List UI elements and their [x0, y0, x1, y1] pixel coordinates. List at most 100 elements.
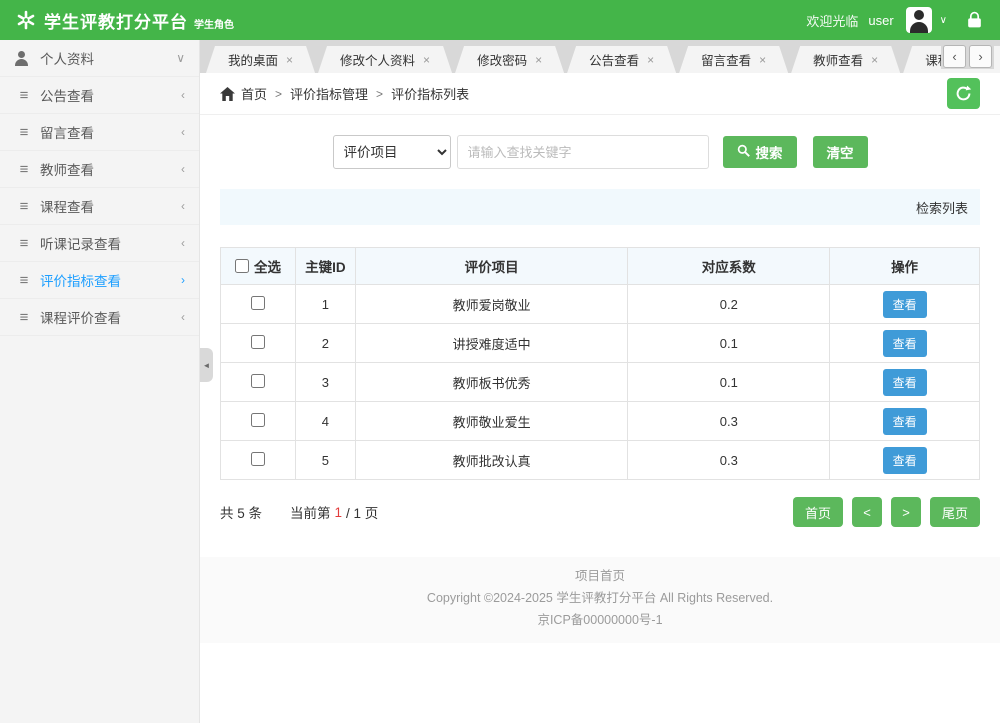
current-page-number: 1: [335, 505, 343, 520]
next-page-button[interactable]: >: [891, 497, 921, 527]
cell-coefficient: 0.3: [628, 441, 830, 480]
footer-home-link[interactable]: 项目首页: [200, 565, 1000, 587]
table-row: 4 教师敬业爱生 0.3 查看: [221, 402, 980, 441]
first-page-button[interactable]: 首页: [793, 497, 843, 527]
tab-scroll-controls: ‹ ›: [941, 44, 994, 69]
breadcrumb-item-home[interactable]: 首页: [241, 84, 267, 103]
category-select[interactable]: 评价项目: [333, 135, 451, 169]
sidebar-item-label: 听课记录查看: [40, 233, 181, 253]
app-window: 学生评教打分平台 学生角色 欢迎光临 user ∨ 个人资料 ∨ 公告查看 ‹: [0, 0, 1000, 723]
content-panel: 评价项目 搜索 清空 检索列表: [200, 115, 1000, 527]
view-button[interactable]: 查看: [883, 291, 927, 318]
menu-lines-icon: [14, 124, 34, 141]
tab-scroll-left-button[interactable]: ‹: [943, 45, 966, 68]
home-icon: [220, 87, 235, 101]
tab-label: 公告查看: [589, 50, 639, 69]
sidebar-item-announcements[interactable]: 公告查看 ‹: [0, 77, 199, 114]
view-button[interactable]: 查看: [883, 330, 927, 357]
menu-lines-icon: [14, 272, 34, 289]
cell-coefficient: 0.2: [628, 285, 830, 324]
last-page-button[interactable]: 尾页: [930, 497, 980, 527]
tab-close-icon[interactable]: ×: [647, 54, 654, 66]
table-row: 1 教师爱岗敬业 0.2 查看: [221, 285, 980, 324]
breadcrumb-item-indicator-list[interactable]: 评价指标列表: [391, 84, 469, 103]
chevron-left-icon: ‹: [181, 125, 185, 139]
view-button[interactable]: 查看: [883, 447, 927, 474]
search-input[interactable]: [457, 135, 709, 169]
clear-button[interactable]: 清空: [813, 136, 868, 168]
tab-label: 修改密码: [477, 50, 527, 69]
cell-project: 讲授难度适中: [355, 324, 628, 363]
logout-bag-icon[interactable]: [965, 11, 984, 30]
cell-id: 5: [295, 441, 355, 480]
tab-scroll-right-button[interactable]: ›: [969, 45, 992, 68]
sidebar-item-lecture-records[interactable]: 听课记录查看 ‹: [0, 225, 199, 262]
sidebar-item-profile[interactable]: 个人资料 ∨: [0, 40, 199, 77]
tab-edit-profile[interactable]: 修改个人资料 ×: [318, 46, 452, 73]
tab-teachers[interactable]: 教师查看 ×: [791, 46, 900, 73]
cell-project: 教师批改认真: [355, 441, 628, 480]
footer: 项目首页 Copyright ©2024-2025 学生评教打分平台 All R…: [200, 557, 1000, 643]
sidebar-item-label: 教师查看: [40, 159, 181, 179]
tab-change-password[interactable]: 修改密码 ×: [455, 46, 564, 73]
search-button-label: 搜索: [756, 142, 783, 162]
sidebar-item-course-evaluations[interactable]: 课程评价查看 ‹: [0, 299, 199, 336]
search-button[interactable]: 搜索: [723, 136, 797, 168]
refresh-button[interactable]: [947, 78, 980, 109]
view-button[interactable]: 查看: [883, 408, 927, 435]
tab-label: 留言查看: [701, 50, 751, 69]
chevron-down-icon: ∨: [176, 51, 185, 65]
tab-close-icon[interactable]: ×: [871, 54, 878, 66]
row-checkbox[interactable]: [251, 374, 265, 388]
chevron-down-icon[interactable]: ∨: [940, 15, 947, 26]
column-header-project: 评价项目: [355, 248, 628, 285]
tab-my-desktop[interactable]: 我的桌面 ×: [206, 46, 315, 73]
prev-page-button[interactable]: <: [852, 497, 882, 527]
cell-coefficient: 0.1: [628, 363, 830, 402]
sidebar-item-messages[interactable]: 留言查看 ‹: [0, 114, 199, 151]
page-count-suffix: / 1 页: [346, 502, 378, 522]
tab-close-icon[interactable]: ×: [423, 54, 430, 66]
select-all-header: 全选: [221, 248, 296, 285]
menu-lines-icon: [14, 87, 34, 104]
tab-bar: 我的桌面 × 修改个人资料 × 修改密码 × 公告查看 × 留言查看 × 教师查…: [200, 40, 1000, 73]
table-header-row: 全选 主键ID 评价项目 对应系数 操作: [221, 248, 980, 285]
top-header: 学生评教打分平台 学生角色 欢迎光临 user ∨: [0, 0, 1000, 40]
tab-label: 我的桌面: [228, 50, 278, 69]
cell-id: 1: [295, 285, 355, 324]
tab-close-icon[interactable]: ×: [535, 54, 542, 66]
sidebar-item-label: 公告查看: [40, 85, 181, 105]
current-page-prefix: 当前第: [290, 502, 331, 522]
search-toolbar: 评价项目 搜索 清空: [220, 135, 980, 169]
avatar[interactable]: [906, 7, 932, 33]
tab-close-icon[interactable]: ×: [759, 54, 766, 66]
username: user: [868, 13, 893, 28]
sidebar-item-label: 个人资料: [40, 48, 176, 68]
view-button[interactable]: 查看: [883, 369, 927, 396]
sidebar-item-teachers[interactable]: 教师查看 ‹: [0, 151, 199, 188]
sidebar-collapse-handle[interactable]: ◄: [200, 348, 213, 382]
breadcrumb-item-indicator-mgmt[interactable]: 评价指标管理: [290, 84, 368, 103]
tab-label: 修改个人资料: [340, 50, 415, 69]
sidebar-item-courses[interactable]: 课程查看 ‹: [0, 188, 199, 225]
tab-messages[interactable]: 留言查看 ×: [679, 46, 788, 73]
app-title: 学生评教打分平台: [44, 8, 188, 33]
tab-close-icon[interactable]: ×: [286, 54, 293, 66]
welcome-text: 欢迎光临: [806, 11, 858, 30]
row-checkbox[interactable]: [251, 452, 265, 466]
sidebar-item-label: 课程查看: [40, 196, 181, 216]
tab-label: 教师查看: [813, 50, 863, 69]
row-checkbox[interactable]: [251, 413, 265, 427]
chevron-left-icon: ‹: [181, 199, 185, 213]
sidebar-item-evaluation-indicators[interactable]: 评价指标查看 ›: [0, 262, 199, 299]
tab-announcements[interactable]: 公告查看 ×: [567, 46, 676, 73]
total-count: 共 5 条: [220, 502, 262, 522]
select-all-checkbox[interactable]: [235, 259, 249, 273]
chevron-left-icon: ‹: [181, 236, 185, 250]
menu-lines-icon: [14, 198, 34, 215]
row-checkbox[interactable]: [251, 296, 265, 310]
row-checkbox[interactable]: [251, 335, 265, 349]
cell-project: 教师板书优秀: [355, 363, 628, 402]
search-icon: [737, 144, 750, 160]
table-row: 2 讲授难度适中 0.1 查看: [221, 324, 980, 363]
